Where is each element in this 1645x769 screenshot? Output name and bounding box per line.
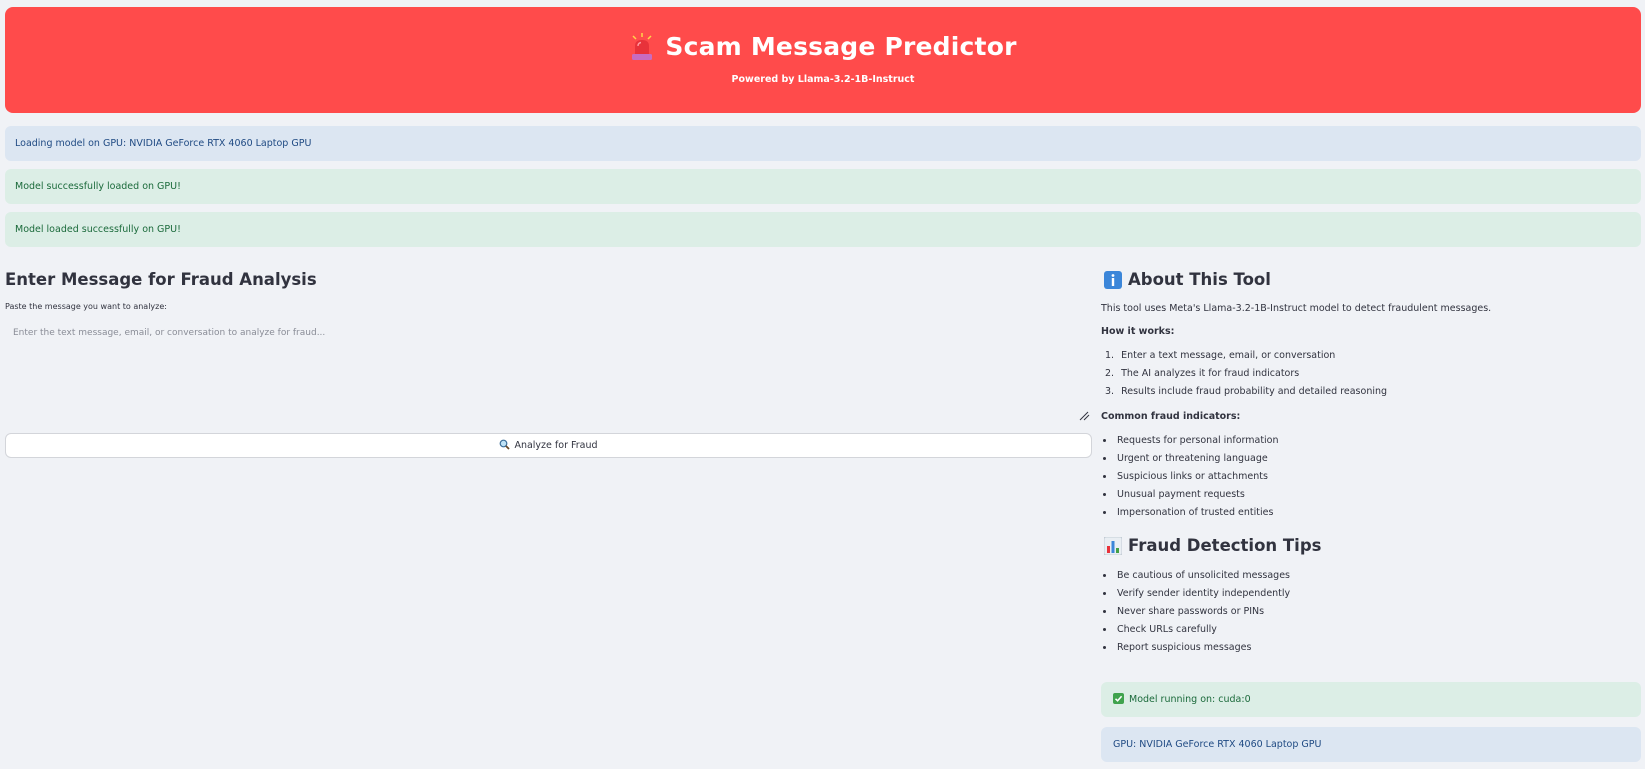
- success-alert-1-text: Model successfully loaded on GPU!: [15, 181, 181, 192]
- list-item: Enter a text message, email, or conversa…: [1121, 350, 1336, 361]
- resize-handle-icon[interactable]: [1078, 411, 1090, 421]
- check-icon: [1113, 692, 1124, 707]
- analysis-section: Enter Message for Fraud Analysis Paste t…: [5, 270, 1092, 458]
- device-status-text: Model running on: cuda:0: [1129, 694, 1251, 705]
- tips-heading-text: Fraud Detection Tips: [1128, 536, 1322, 555]
- siren-icon: [629, 32, 655, 62]
- list-item: Report suspicious messages: [1115, 639, 1641, 657]
- app-page: Scam Message Predictor Powered by Llama-…: [0, 0, 1645, 769]
- fraud-indicators-heading: Common fraud indicators:: [1101, 411, 1241, 422]
- message-textarea-placeholder: Enter the text message, email, or conver…: [13, 328, 326, 338]
- title-row: Scam Message Predictor: [629, 32, 1016, 62]
- list-item: Never share passwords or PINs: [1115, 603, 1641, 621]
- list-item: Be cautious of unsolicited messages: [1115, 567, 1641, 585]
- bar-chart-icon: [1103, 536, 1123, 555]
- header-banner: Scam Message Predictor Powered by Llama-…: [5, 7, 1641, 113]
- success-alert-1: Model successfully loaded on GPU!: [5, 169, 1641, 204]
- gpu-info-alert: GPU: NVIDIA GeForce RTX 4060 Laptop GPU: [1101, 727, 1641, 762]
- magnifier-icon: [499, 439, 511, 453]
- list-item: The AI analyzes it for fraud indicators: [1121, 368, 1300, 379]
- list-item: Requests for personal information: [1115, 432, 1641, 450]
- tips-heading: Fraud Detection Tips: [1103, 536, 1641, 555]
- about-heading: About This Tool: [1104, 270, 1641, 289]
- about-heading-text: About This Tool: [1128, 270, 1271, 289]
- gpu-info-text: GPU: NVIDIA GeForce RTX 4060 Laptop GPU: [1113, 739, 1322, 750]
- loading-alert: Loading model on GPU: NVIDIA GeForce RTX…: [5, 126, 1641, 161]
- list-item: Results include fraud probability and de…: [1121, 386, 1388, 397]
- loading-alert-text: Loading model on GPU: NVIDIA GeForce RTX…: [15, 138, 312, 149]
- list-item: Unusual payment requests: [1115, 486, 1641, 504]
- page-title: Scam Message Predictor: [665, 32, 1017, 61]
- message-textarea[interactable]: Enter the text message, email, or conver…: [5, 317, 1092, 424]
- tips-list: Be cautious of unsolicited messages Veri…: [1115, 567, 1641, 657]
- info-icon: [1104, 270, 1122, 289]
- list-item: Verify sender identity independently: [1115, 585, 1641, 603]
- about-description: This tool uses Meta's Llama-3.2-1B-Instr…: [1101, 303, 1492, 314]
- how-it-works-list: Enter a text message, email, or conversa…: [1115, 347, 1641, 401]
- fraud-indicators-list: Requests for personal information Urgent…: [1115, 432, 1641, 522]
- list-item: Check URLs carefully: [1115, 621, 1641, 639]
- list-item: Impersonation of trusted entities: [1115, 504, 1641, 522]
- success-alert-2-text: Model loaded successfully on GPU!: [15, 224, 181, 235]
- analyze-button[interactable]: Analyze for Fraud: [5, 433, 1092, 458]
- sidebar-panel: About This Tool This tool uses Meta's Ll…: [1101, 270, 1641, 657]
- analysis-heading: Enter Message for Fraud Analysis: [5, 270, 317, 289]
- device-status-alert: Model running on: cuda:0: [1101, 682, 1641, 717]
- list-item: Suspicious links or attachments: [1115, 468, 1641, 486]
- list-item: Urgent or threatening language: [1115, 450, 1641, 468]
- analyze-button-label: Analyze for Fraud: [514, 440, 598, 451]
- message-input-label: Paste the message you want to analyze:: [5, 302, 167, 311]
- page-subtitle: Powered by Llama-3.2-1B-Instruct: [731, 73, 915, 85]
- success-alert-2: Model loaded successfully on GPU!: [5, 212, 1641, 247]
- how-it-works-heading: How it works:: [1101, 326, 1175, 337]
